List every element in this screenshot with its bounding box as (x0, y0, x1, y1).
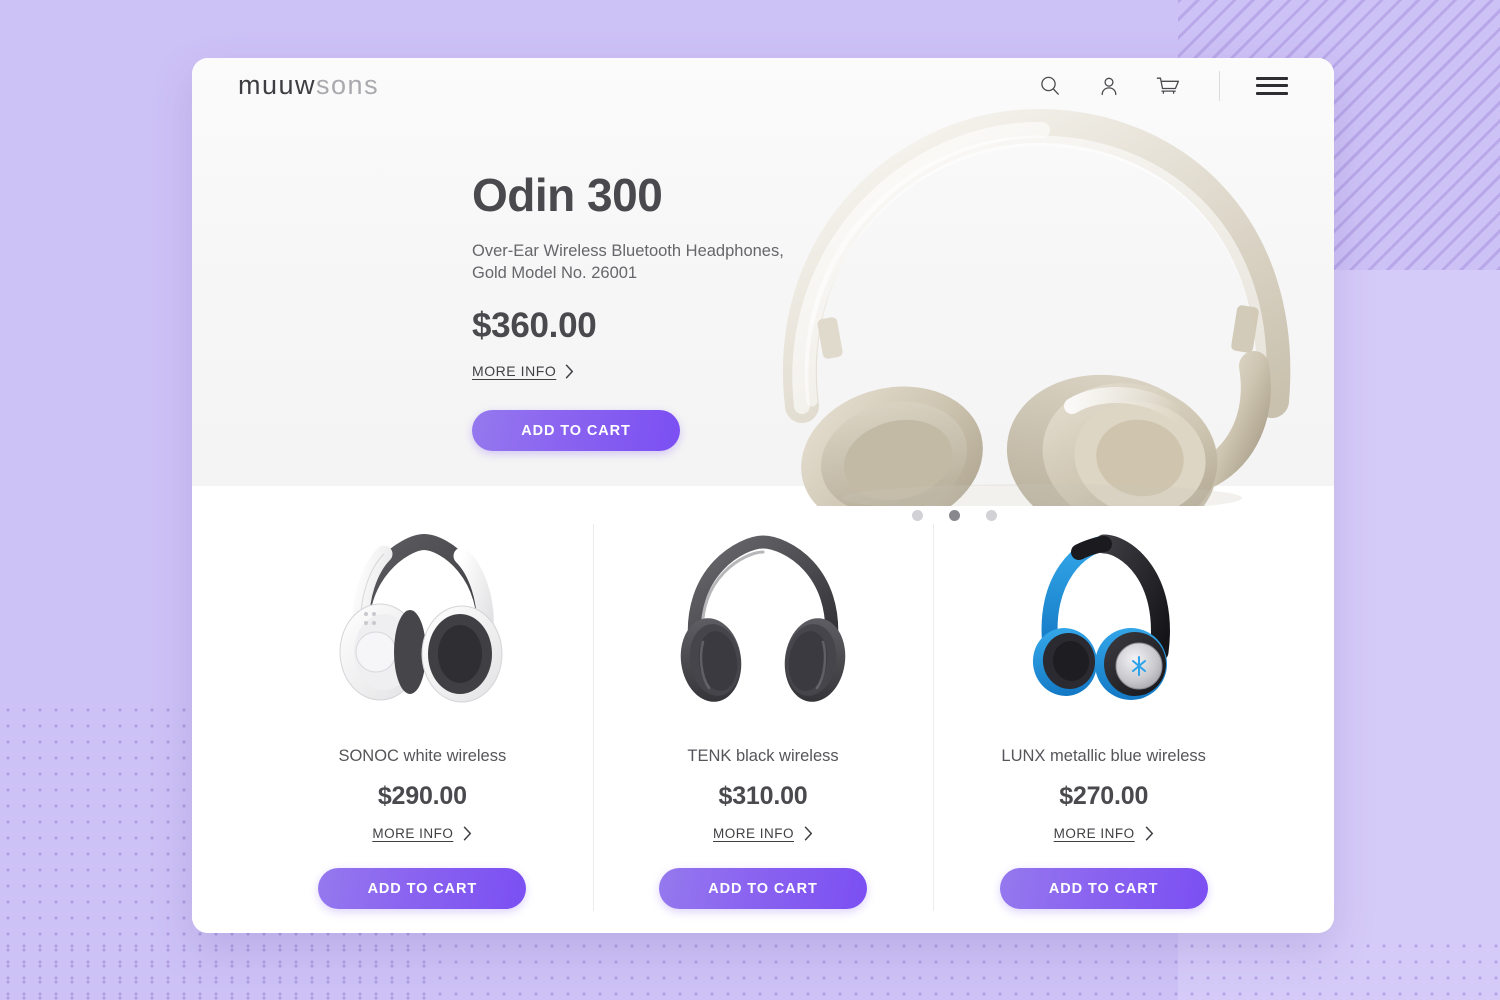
product-more-info-label: MORE INFO (1053, 826, 1135, 841)
header-actions (1035, 70, 1288, 101)
store-page-card: muuwsons Odin 300 Over-Ear Wireless Blue… (192, 58, 1334, 933)
product-more-info-label: MORE INFO (372, 826, 454, 841)
brand-logo[interactable]: muuwsons (238, 70, 379, 101)
product-more-info-link[interactable]: MORE INFO (713, 826, 813, 841)
product-carousel: SONOC white wireless $290.00 MORE INFO A… (192, 486, 1334, 933)
product-price: $270.00 (1059, 782, 1149, 810)
product-image-lunx (1019, 527, 1189, 712)
hero-product-title: Odin 300 (472, 169, 663, 221)
user-icon[interactable] (1094, 71, 1124, 101)
chevron-right-icon (804, 826, 813, 841)
hero-add-to-cart-button[interactable]: ADD TO CART (472, 410, 680, 452)
product-price: $290.00 (377, 782, 467, 810)
product-name: TENK black wireless (687, 747, 839, 765)
header-divider (1219, 70, 1220, 101)
product-card[interactable]: SONOC white wireless $290.00 MORE INFO A… (252, 486, 593, 933)
brand-logo-secondary: sons (316, 70, 380, 100)
chevron-right-icon (1145, 826, 1154, 841)
carousel-dot-3[interactable] (986, 510, 997, 521)
hero-more-info-link[interactable]: MORE INFO (472, 363, 574, 379)
product-price: $310.00 (718, 782, 808, 810)
product-name: LUNX metallic blue wireless (1001, 747, 1206, 765)
search-icon[interactable] (1035, 71, 1065, 101)
product-more-info-label: MORE INFO (713, 826, 794, 841)
hamburger-menu-icon[interactable] (1256, 75, 1288, 97)
product-card[interactable]: TENK black wireless $310.00 MORE INFO AD… (592, 486, 934, 933)
product-image-sonoc (328, 527, 516, 712)
product-name: SONOC white wireless (338, 747, 507, 765)
hero-copy: Odin 300 Over-Ear Wireless Bluetooth Hea… (472, 169, 902, 452)
hero-carousel-dots (912, 510, 997, 521)
hero-banner: Odin 300 Over-Ear Wireless Bluetooth Hea… (192, 58, 1334, 542)
hero-product-price: $360.00 (472, 306, 597, 346)
carousel-dot-1[interactable] (912, 510, 923, 521)
product-image-tenk (673, 527, 853, 712)
product-more-info-link[interactable]: MORE INFO (1054, 826, 1154, 841)
carousel-dot-2-active[interactable] (949, 510, 960, 521)
chevron-right-icon (565, 364, 574, 379)
product-add-to-cart-button[interactable]: ADD TO CART (659, 868, 867, 909)
product-card[interactable]: LUNX metallic blue wireless $270.00 MORE… (933, 486, 1274, 933)
product-grid: SONOC white wireless $290.00 MORE INFO A… (252, 486, 1274, 933)
product-add-to-cart-button[interactable]: ADD TO CART (999, 868, 1208, 909)
hero-product-subtitle: Over-Ear Wireless Bluetooth Headphones, … (472, 242, 784, 283)
product-add-to-cart-button[interactable]: ADD TO CART (318, 868, 527, 909)
product-more-info-link[interactable]: MORE INFO (372, 826, 472, 841)
background-dot-grid-strip-decoration (0, 938, 1500, 1000)
hero-more-info-label: MORE INFO (472, 363, 557, 380)
chevron-right-icon (463, 826, 472, 841)
brand-logo-primary: muuw (238, 70, 317, 100)
cart-icon[interactable] (1153, 71, 1183, 101)
site-header: muuwsons (192, 58, 1334, 113)
